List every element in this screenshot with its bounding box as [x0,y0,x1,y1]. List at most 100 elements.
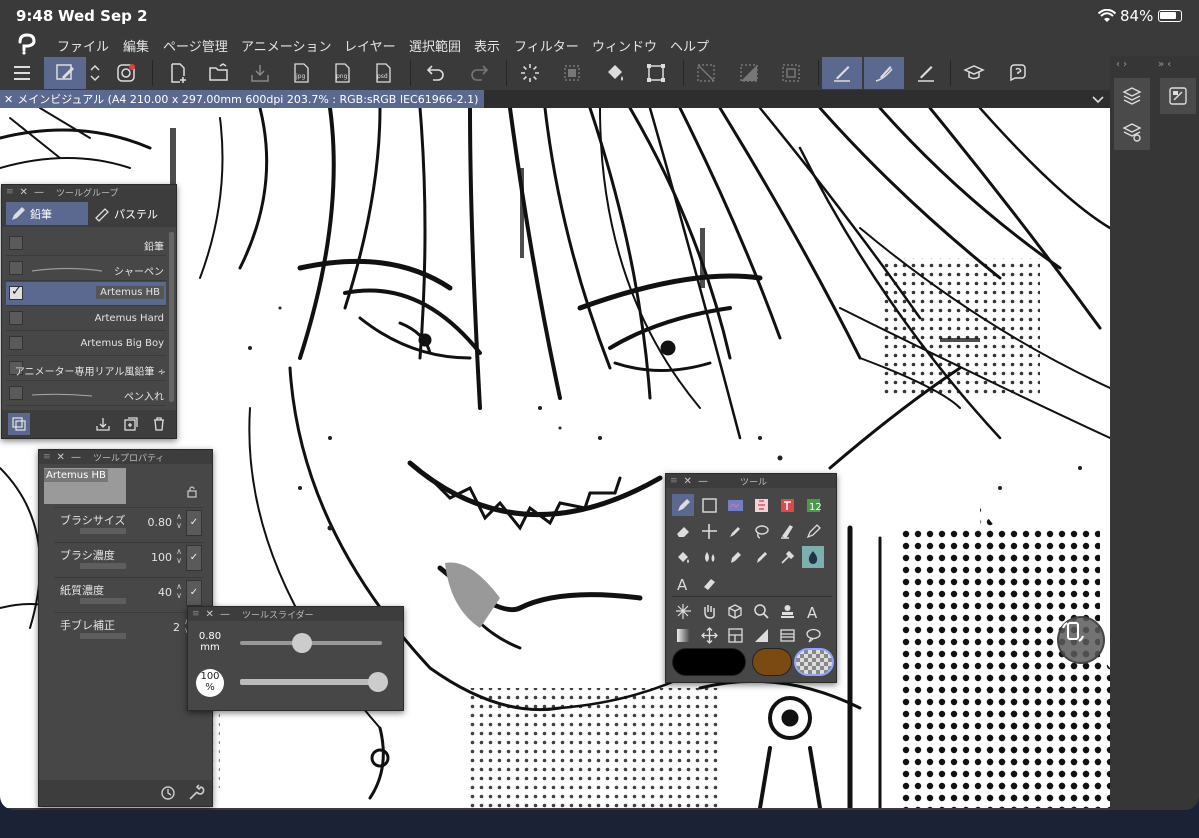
main-color-swatch[interactable] [672,648,746,676]
paper-density-pressure-toggle[interactable]: ✓ [186,580,202,606]
minimize-icon[interactable]: — [698,476,708,487]
lasso-icon[interactable] [750,520,772,542]
help-icon[interactable] [1002,57,1034,89]
learn-icon[interactable] [958,57,990,89]
brush-checkbox[interactable] [9,236,23,250]
text-icon[interactable]: A [672,572,694,594]
minimize-icon[interactable]: — [71,452,81,463]
fill-pen-icon[interactable] [724,520,746,542]
close-icon[interactable]: ✕ [20,187,28,198]
up-down-icon[interactable] [86,57,104,89]
g-pen-icon[interactable] [802,520,824,542]
brush-item[interactable]: シャーペン [6,257,166,281]
chevron-down-icon[interactable] [1090,91,1106,107]
tone-icon[interactable] [724,494,746,516]
brush-density-bar[interactable] [80,563,126,569]
menu-window[interactable]: ウィンドウ [592,36,657,55]
wrench-icon[interactable] [187,784,205,802]
text-block-icon[interactable] [776,494,798,516]
bucket-fill-icon[interactable] [599,57,631,89]
brush-icon[interactable] [776,520,798,542]
water-drop-icon[interactable] [802,546,824,568]
paper-density-bar[interactable] [80,598,126,604]
layer-fill-icon[interactable] [556,57,588,89]
stabilization-bar[interactable] [80,633,126,639]
figure-icon[interactable] [776,624,798,646]
stabilization-row[interactable]: 手ブレ補正 2 ∧∨ [54,615,204,649]
panel-titlebar[interactable]: ≡ ✕ — ツールグループ [2,185,176,199]
menu-selection[interactable]: 選択範囲 [409,36,461,55]
panel-titlebar[interactable]: ≡ ✕ — ツールプロパティ [39,450,212,464]
selection-border-icon[interactable] [775,57,807,89]
app-logo-icon[interactable] [16,33,38,55]
hand-icon[interactable] [698,600,720,622]
snap-grid-icon[interactable] [910,57,942,89]
redo-icon[interactable] [463,57,495,89]
blend-icon[interactable] [698,546,720,568]
menu-filter[interactable]: フィルター [514,36,579,55]
speech-balloon-icon[interactable] [802,624,824,646]
brush-item[interactable]: Artemus Hard [6,307,166,331]
menu-icon[interactable] [6,57,38,89]
reset-icon[interactable] [159,784,177,802]
sub-color-swatch[interactable] [752,648,792,676]
save-icon[interactable] [244,57,276,89]
ink-pen-icon[interactable] [724,546,746,568]
zoom-icon[interactable] [750,600,772,622]
size-slider-knob[interactable] [292,633,313,653]
new-file-icon[interactable] [162,57,194,89]
transform-icon[interactable] [640,57,672,89]
gradient-icon[interactable] [672,624,694,646]
navigator-icon[interactable] [1160,78,1196,114]
menu-page[interactable]: ページ管理 [163,36,228,55]
color-blend-icon[interactable] [750,494,772,516]
delete-icon[interactable] [148,413,170,435]
dropper-pen-icon[interactable] [750,546,772,568]
export-jpg-icon[interactable]: jpg [285,57,317,89]
eraser-icon[interactable] [672,520,694,542]
magic-wand-icon[interactable] [672,600,694,622]
document-tab[interactable]: ✕ メインビジュアル (A4 210.00 x 297.00mm 600dpi … [0,90,485,108]
eyedropper-icon[interactable] [776,546,798,568]
panel-icon[interactable] [724,624,746,646]
brush-checkbox[interactable] [9,261,23,275]
brush-item[interactable]: Artemus Big Boy [6,332,166,356]
undo-icon[interactable] [420,57,452,89]
marker-icon[interactable] [698,572,720,594]
layer-panel-icon[interactable] [1114,78,1150,114]
dock-collapse-left[interactable]: ‹ › [1116,59,1127,70]
brush-item-selected[interactable]: Artemus HB [6,282,166,306]
panel-titlebar[interactable]: ≡ ✕ — ツール [666,474,836,488]
menu-animation[interactable]: アニメーション [241,36,331,55]
brush-item[interactable]: 鉛筆 [6,232,166,256]
brush-checkbox[interactable] [9,311,23,325]
grip-icon[interactable]: ≡ [43,452,51,462]
lock-icon[interactable] [186,486,198,498]
brush-density-stepper[interactable]: ∧ ∨ [176,547,182,565]
brush-item[interactable]: ペン入れ [6,382,166,406]
brush-size-bar[interactable] [80,528,126,534]
number-icon[interactable]: 12 [802,494,824,516]
stamp-icon[interactable] [776,600,798,622]
brush-density-pressure-toggle[interactable]: ✓ [186,545,202,571]
loading-spinner-icon[interactable] [514,57,546,89]
brush-size-pressure-toggle[interactable]: ✓ [186,510,202,536]
grip-icon[interactable]: ≡ [192,609,200,619]
companion-icon[interactable] [110,57,142,89]
invert-selection-icon[interactable] [733,57,765,89]
brush-checkbox[interactable] [9,386,23,400]
download-icon[interactable] [92,413,114,435]
minimize-icon[interactable]: — [34,187,44,198]
export-png-icon[interactable]: png [326,57,358,89]
paper-density-stepper[interactable]: ∧ ∨ [176,582,182,600]
snap-ruler-icon[interactable] [822,57,862,89]
close-icon[interactable]: ✕ [206,609,214,620]
close-icon[interactable]: ✕ [684,476,692,487]
deselect-icon[interactable] [690,57,722,89]
transparent-color-swatch[interactable] [794,648,834,676]
menu-view[interactable]: 表示 [474,36,500,55]
fill-icon[interactable] [672,546,694,568]
brush-size-row[interactable]: ブラシサイズ 0.80 ∧ ∨ ✓ [54,510,204,544]
layer-property-icon[interactable] [1114,114,1150,150]
snap-special-ruler-icon[interactable] [864,57,904,89]
